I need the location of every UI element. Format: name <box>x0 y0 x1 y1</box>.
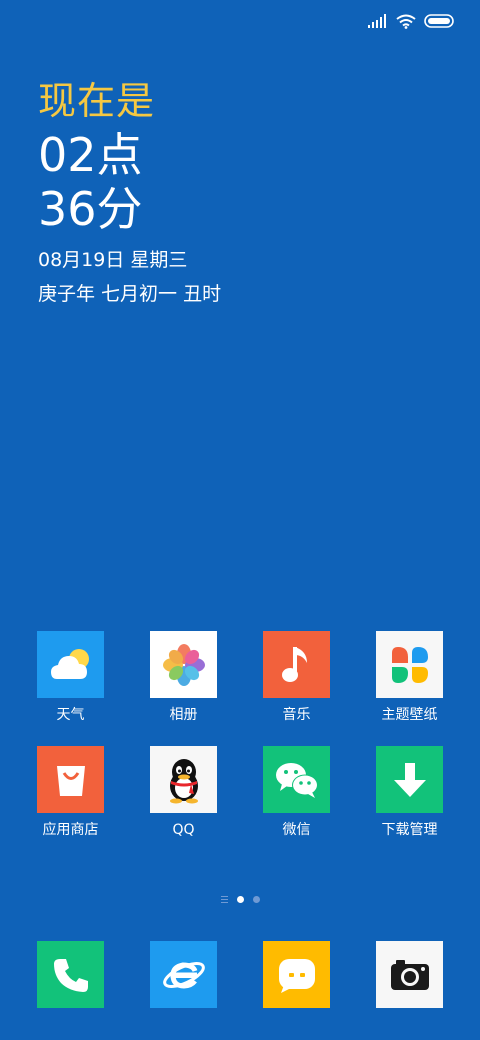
app-store[interactable]: 应用商店 <box>14 746 127 839</box>
qq-icon[interactable] <box>150 746 217 813</box>
clock-date: 08月19日 星期三 <box>38 249 188 271</box>
app-label: QQ <box>172 822 195 838</box>
clock-minute: 36分 <box>38 182 143 236</box>
page-dot-2[interactable] <box>252 896 260 903</box>
app-wechat[interactable]: 微信 <box>240 746 353 839</box>
camera-icon[interactable] <box>376 941 443 1008</box>
page-dot-1[interactable] <box>236 896 244 903</box>
signal-icon <box>368 14 386 28</box>
battery-icon <box>424 14 454 28</box>
download-icon[interactable] <box>376 746 443 813</box>
app-label: 天气 <box>56 707 85 723</box>
browser-icon[interactable] <box>150 941 217 1008</box>
dock <box>14 941 466 1008</box>
app-music[interactable]: 音乐 <box>240 631 353 724</box>
app-weather[interactable]: 天气 <box>14 631 127 724</box>
wechat-icon[interactable] <box>263 746 330 813</box>
themes-icon[interactable] <box>376 631 443 698</box>
clock-widget[interactable]: 现在是 02点 36分 08月19日 星期三 庚子年 七月初一 丑时 <box>38 78 221 308</box>
app-label: 音乐 <box>282 707 311 723</box>
app-downloads[interactable]: 下载管理 <box>353 746 466 839</box>
app-store-icon[interactable] <box>37 746 104 813</box>
app-grid: 天气 相册 音乐 主题壁纸 应用商店 QQ 微信 下载管理 <box>14 631 466 839</box>
app-label: 相册 <box>169 707 198 723</box>
app-label: 主题壁纸 <box>381 707 438 723</box>
gallery-icon[interactable] <box>150 631 217 698</box>
weather-icon[interactable] <box>37 631 104 698</box>
phone-icon[interactable] <box>37 941 104 1008</box>
app-label: 下载管理 <box>381 822 438 838</box>
menu-lines-icon <box>220 896 228 903</box>
clock-label: 现在是 <box>38 79 156 123</box>
clock-hour: 02点 <box>38 128 143 182</box>
clock-lunar-date: 庚子年 七月初一 丑时 <box>38 283 222 305</box>
status-bar <box>368 10 454 32</box>
messages-icon[interactable] <box>263 941 330 1008</box>
music-icon[interactable] <box>263 631 330 698</box>
app-qq[interactable]: QQ <box>127 746 240 839</box>
app-gallery[interactable]: 相册 <box>127 631 240 724</box>
app-themes[interactable]: 主题壁纸 <box>353 631 466 724</box>
app-label: 微信 <box>282 822 311 838</box>
wifi-icon <box>396 14 416 29</box>
app-label: 应用商店 <box>42 822 99 838</box>
page-indicator[interactable] <box>0 896 480 903</box>
